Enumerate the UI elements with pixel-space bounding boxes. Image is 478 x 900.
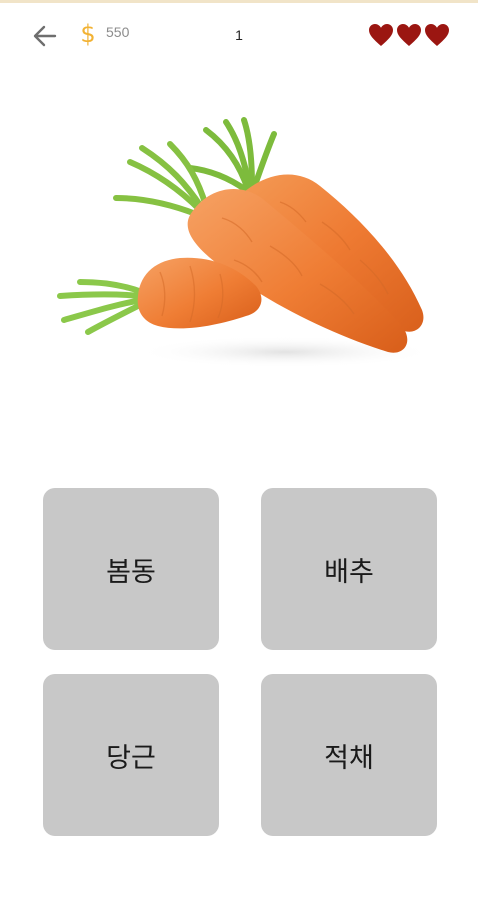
lives-hearts xyxy=(368,23,450,47)
back-button[interactable] xyxy=(28,19,62,53)
heart-icon xyxy=(397,24,421,46)
heart-icon xyxy=(425,24,449,46)
answer-option-2[interactable]: 배추 xyxy=(261,488,437,650)
answer-option-3[interactable]: 당근 xyxy=(43,674,219,836)
back-arrow-icon xyxy=(33,25,57,47)
answer-option-4[interactable]: 적채 xyxy=(261,674,437,836)
coin-count: 550 xyxy=(106,24,130,40)
heart-icon xyxy=(369,24,393,46)
carrot-image xyxy=(57,117,435,368)
level-indicator: 1 xyxy=(235,27,243,43)
coin-icon: $ xyxy=(80,20,96,48)
top-bar: $ 550 1 xyxy=(0,3,478,63)
answer-option-1[interactable]: 봄동 xyxy=(43,488,219,650)
question-image xyxy=(30,90,450,390)
